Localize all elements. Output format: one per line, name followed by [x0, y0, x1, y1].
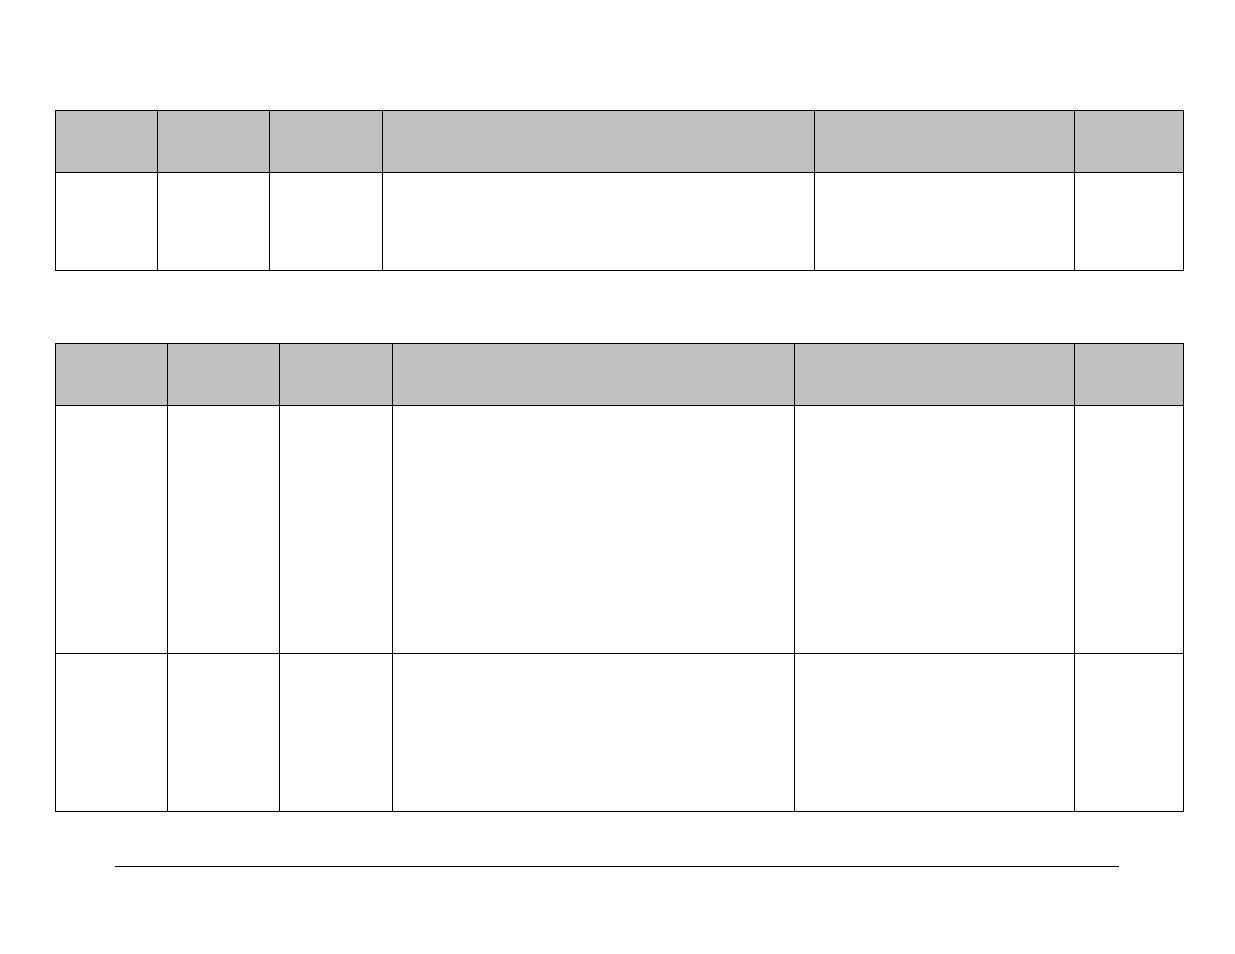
table-2-row [56, 406, 1184, 654]
table-2-row [56, 654, 1184, 812]
table-2-cell [795, 654, 1075, 812]
table-2-cell [168, 654, 280, 812]
table-2-cell [393, 406, 795, 654]
horizontal-rule [115, 866, 1119, 867]
table-1-cell [383, 173, 815, 271]
table-2-cell [56, 406, 168, 654]
table-1-cell [1075, 173, 1184, 271]
table-1-header-cell [158, 111, 270, 173]
table-1-header-cell [56, 111, 158, 173]
table-1-header-cell [270, 111, 383, 173]
table-1-header-cell [383, 111, 815, 173]
table-1-cell [158, 173, 270, 271]
table-2-cell [1075, 654, 1184, 812]
table-2-header-cell [393, 344, 795, 406]
table-2 [55, 343, 1184, 812]
table-2-cell [393, 654, 795, 812]
page-content [55, 110, 1183, 812]
table-2-header-cell [168, 344, 280, 406]
table-2-header-row [56, 344, 1184, 406]
table-1-header-cell [815, 111, 1075, 173]
table-2-cell [1075, 406, 1184, 654]
table-2-cell [280, 654, 393, 812]
table-2-cell [56, 654, 168, 812]
table-2-cell [280, 406, 393, 654]
table-1-cell [270, 173, 383, 271]
table-1-cell [815, 173, 1075, 271]
table-2-header-cell [280, 344, 393, 406]
table-1-header-row [56, 111, 1184, 173]
table-2-header-cell [56, 344, 168, 406]
table-2-cell [168, 406, 280, 654]
table-2-cell [795, 406, 1075, 654]
table-1 [55, 110, 1184, 271]
table-1-row [56, 173, 1184, 271]
table-1-header-cell [1075, 111, 1184, 173]
table-1-cell [56, 173, 158, 271]
table-2-header-cell [795, 344, 1075, 406]
table-gap [55, 271, 1183, 343]
table-2-header-cell [1075, 344, 1184, 406]
